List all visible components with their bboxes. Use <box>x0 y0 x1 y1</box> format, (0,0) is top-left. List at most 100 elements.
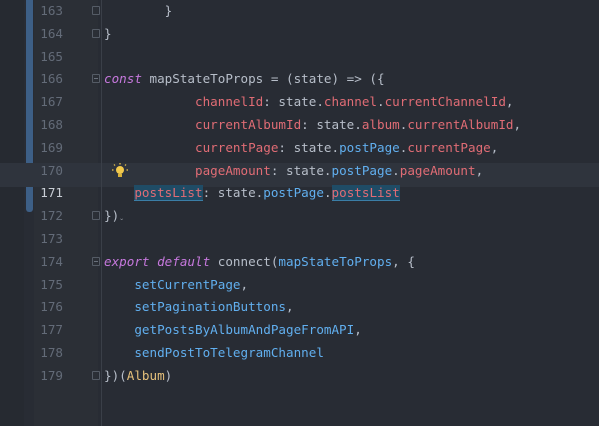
code-token: channel <box>323 94 377 110</box>
code-token: . <box>392 162 400 178</box>
fold-marker-icon[interactable] <box>92 256 100 266</box>
code-line[interactable]: 174 export default connect(mapStateToProp… <box>0 251 599 274</box>
code-token: , { <box>392 253 415 269</box>
fold-marker-icon[interactable] <box>92 28 100 38</box>
code-token: . <box>323 185 332 201</box>
code-token: = (state) => ({ <box>263 71 385 87</box>
code-editor[interactable]: 163 } 164} 165 166 const mapStateToProps = (… <box>0 0 599 426</box>
code-text[interactable]: pageAmount: state.postPage.pageAmount, <box>104 160 483 183</box>
code-token: postPage <box>263 185 324 201</box>
code-token: mapStateToProps <box>278 253 393 269</box>
code-token: Album <box>126 367 165 383</box>
code-text[interactable]: getPostsByAlbumAndPageFromAPI, <box>104 319 362 342</box>
line-number: 163 <box>40 3 63 18</box>
line-number: 166 <box>40 71 63 87</box>
code-text[interactable]: currentAlbumId: state.album.currentAlbum… <box>104 114 521 137</box>
highlighted-usage: postsList <box>331 185 400 202</box>
line-number: 174 <box>40 253 63 269</box>
code-token: })( <box>104 367 127 383</box>
code-line[interactable]: 178 sendPostToTelegramChannel <box>0 342 599 365</box>
code-text[interactable]: postsList: state.postPage.postsList <box>104 182 400 205</box>
code-line[interactable]: 164} <box>0 23 599 46</box>
code-token: pageAmount <box>195 162 271 178</box>
line-number: 177 <box>40 322 63 338</box>
code-token: . <box>377 94 385 110</box>
code-token: currentChannelId <box>384 94 506 110</box>
code-token: , <box>354 322 362 338</box>
line-number: 172 <box>40 208 63 224</box>
code-token: } <box>104 3 173 18</box>
code-token: , <box>240 276 249 292</box>
code-token: ) <box>164 367 173 383</box>
code-text[interactable]: setPaginationButtons, <box>104 296 293 319</box>
code-line[interactable]: 168 currentAlbumId: state.album.currentA… <box>0 114 599 137</box>
fold-marker-icon[interactable] <box>92 6 100 15</box>
code-line[interactable]: 163 } <box>0 0 599 23</box>
fold-marker-icon[interactable] <box>92 74 100 84</box>
line-number: 175 <box>40 276 63 292</box>
code-token: } <box>104 25 112 41</box>
code-token: default <box>157 253 211 269</box>
code-line[interactable]: 173 <box>0 228 599 251</box>
code-token: connect( <box>210 253 279 269</box>
code-token: currentPage <box>407 139 491 155</box>
code-token: currentAlbumId <box>195 117 302 132</box>
code-line[interactable]: 179})(Album) <box>0 365 599 388</box>
code-token: export <box>104 253 150 269</box>
code-text[interactable]: setCurrentPage, <box>104 274 248 297</box>
code-token: , <box>505 94 514 110</box>
code-text[interactable]: } <box>104 0 173 23</box>
code-text[interactable]: currentPage: state.postPage.currentPage, <box>104 137 498 160</box>
code-text[interactable]: })(Album) <box>104 365 172 388</box>
code-text[interactable]: } <box>104 23 112 46</box>
line-number: 176 <box>40 299 63 315</box>
code-line[interactable]: 171 postsList: state.postPage.postsList <box>0 182 599 205</box>
code-line[interactable]: 176 setPaginationButtons, <box>0 296 599 319</box>
line-number: 178 <box>40 345 63 360</box>
line-number: 168 <box>40 117 63 132</box>
warning-squiggle-icon[interactable]: ˬ <box>120 205 123 228</box>
code-token: setPaginationButtons <box>134 299 286 315</box>
code-token: const <box>104 71 142 87</box>
fold-marker-icon[interactable] <box>92 370 100 380</box>
code-token: postPage <box>331 162 393 178</box>
code-token: setCurrentPage <box>134 276 241 292</box>
line-number: 165 <box>40 48 63 64</box>
code-line[interactable]: 166 const mapStateToProps = (state) => ({ <box>0 68 599 91</box>
code-token: : state. <box>301 117 362 132</box>
code-text[interactable]: })ˬ <box>104 205 123 228</box>
code-line[interactable]: 169 currentPage: state.postPage.currentP… <box>0 137 599 160</box>
line-number: 164 <box>40 25 63 41</box>
code-token: , <box>490 139 499 155</box>
code-token: , <box>513 117 522 132</box>
code-text[interactable]: export default connect(mapStateToProps, … <box>104 251 415 274</box>
code-line[interactable]: 175 setCurrentPage, <box>0 274 599 297</box>
code-line[interactable]: 165 <box>0 46 599 69</box>
code-token: }) <box>104 208 120 224</box>
code-token: currentPage <box>195 139 279 155</box>
code-token: pageAmount <box>399 162 476 178</box>
code-token: postPage <box>339 139 400 155</box>
code-line[interactable]: 170 pageAmount: state.postPage.pageAmoun… <box>0 160 599 183</box>
code-text[interactable]: const mapStateToProps = (state) => ({ <box>104 68 385 91</box>
code-line[interactable]: 172})ˬ <box>0 205 599 228</box>
code-line[interactable]: 177 getPostsByAlbumAndPageFromAPI, <box>0 319 599 342</box>
code-token: mapStateToProps <box>149 71 264 87</box>
code-line[interactable]: 167 channelId: state.channel.currentChan… <box>0 91 599 114</box>
line-number: 170 <box>40 162 63 178</box>
code-text[interactable]: channelId: state.channel.currentChannelI… <box>104 91 514 114</box>
code-text[interactable]: sendPostToTelegramChannel <box>104 342 324 365</box>
code-token: : state. <box>270 162 332 178</box>
line-number: 167 <box>40 94 63 110</box>
fold-marker-icon[interactable] <box>92 211 100 221</box>
line-number: 173 <box>40 231 63 246</box>
code-token: : state. <box>202 185 264 201</box>
line-number: 171 <box>40 185 63 201</box>
